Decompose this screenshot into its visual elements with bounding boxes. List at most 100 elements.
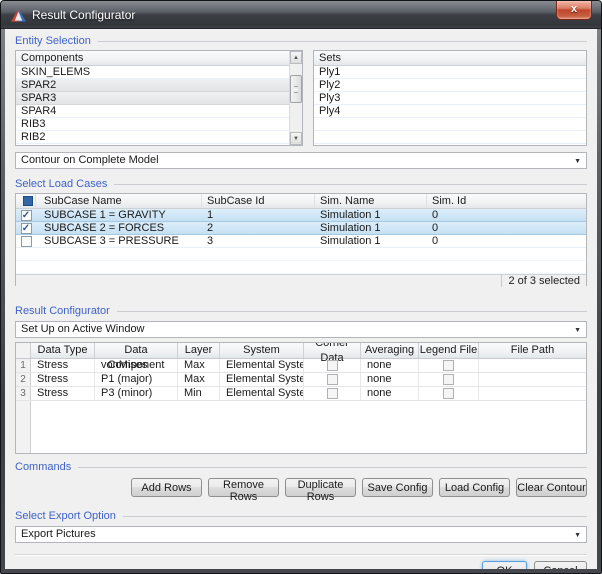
section-result-configurator: Result Configurator bbox=[15, 304, 587, 317]
column-header-averaging[interactable]: Averaging bbox=[361, 343, 419, 358]
section-rule bbox=[98, 41, 587, 42]
column-header-legend-file[interactable]: Legend File bbox=[419, 343, 479, 358]
list-empty-row bbox=[314, 131, 586, 144]
file-path-cell[interactable] bbox=[479, 359, 586, 372]
row-number: 2 bbox=[16, 373, 31, 386]
column-header-subcase-id[interactable]: SubCase Id bbox=[202, 194, 315, 208]
layer-cell[interactable]: Max bbox=[178, 373, 220, 386]
scroll-up-icon[interactable]: ▲ bbox=[290, 51, 302, 64]
load-config-button[interactable]: Load Config bbox=[439, 478, 510, 497]
column-header-corner-data[interactable]: Corner Data bbox=[304, 343, 361, 358]
averaging-cell[interactable]: none bbox=[361, 387, 419, 400]
status-separator bbox=[501, 275, 502, 287]
file-path-cell[interactable] bbox=[479, 373, 586, 386]
result-config-row-2[interactable]: 2 Stress P1 (major) Max Elemental System… bbox=[16, 373, 586, 387]
list-empty-row bbox=[314, 118, 586, 131]
row-checkbox-checked[interactable]: ✓ bbox=[21, 210, 32, 221]
select-all-checkbox-box[interactable] bbox=[23, 196, 33, 206]
setup-mode-dropdown[interactable]: Set Up on Active Window ▼ bbox=[15, 321, 587, 338]
list-item-ply2[interactable]: Ply2 bbox=[314, 79, 586, 92]
section-select-load-cases-label: Select Load Cases bbox=[15, 178, 107, 190]
data-component-cell[interactable]: P3 (minor) bbox=[95, 387, 178, 400]
list-item-spar3[interactable]: SPAR3 bbox=[16, 92, 289, 105]
contour-mode-dropdown[interactable]: Contour on Complete Model ▼ bbox=[15, 152, 587, 169]
list-item-rib3[interactable]: RIB3 bbox=[16, 118, 289, 131]
list-item-rib2[interactable]: RIB2 bbox=[16, 131, 289, 144]
result-config-header-row: Data Type Data Component Layer System Co… bbox=[16, 343, 586, 359]
data-component-cell[interactable]: vonMises bbox=[95, 359, 178, 372]
sets-list-header: Sets bbox=[314, 51, 586, 66]
column-header-layer[interactable]: Layer bbox=[178, 343, 220, 358]
add-rows-button[interactable]: Add Rows bbox=[131, 478, 202, 497]
row-checkbox-checked[interactable]: ✓ bbox=[21, 223, 32, 234]
system-cell[interactable]: Elemental System bbox=[220, 387, 304, 400]
row-checkbox-unchecked[interactable] bbox=[21, 236, 32, 247]
layer-cell[interactable]: Max bbox=[178, 359, 220, 372]
list-item-ply4[interactable]: Ply4 bbox=[314, 105, 586, 118]
scrollbar-thumb[interactable] bbox=[290, 75, 302, 104]
legend-file-checkbox[interactable] bbox=[443, 360, 454, 371]
system-cell[interactable]: Elemental System bbox=[220, 373, 304, 386]
save-config-button[interactable]: Save Config bbox=[362, 478, 433, 497]
subcase-name-cell: SUBCASE 1 = GRAVITY bbox=[36, 209, 202, 221]
clear-contour-button[interactable]: Clear Contour bbox=[516, 478, 587, 497]
list-item-ply1[interactable]: Ply1 bbox=[314, 66, 586, 79]
section-entity-selection-label: Entity Selection bbox=[15, 35, 91, 47]
legend-file-checkbox[interactable] bbox=[443, 374, 454, 385]
column-header-sim-name[interactable]: Sim. Name bbox=[315, 194, 427, 208]
column-header-sim-id[interactable]: Sim. Id bbox=[427, 194, 586, 208]
system-cell[interactable]: Elemental System bbox=[220, 359, 304, 372]
sim-id-cell: 0 bbox=[427, 222, 586, 234]
close-button[interactable]: x bbox=[556, 1, 592, 20]
corner-data-checkbox[interactable] bbox=[327, 374, 338, 385]
column-header-system[interactable]: System bbox=[220, 343, 304, 358]
list-item-ply3[interactable]: Ply3 bbox=[314, 92, 586, 105]
list-item-spar2[interactable]: SPAR2 bbox=[16, 79, 289, 92]
column-header-subcase-name[interactable]: SubCase Name bbox=[36, 194, 202, 208]
contour-mode-value: Contour on Complete Model bbox=[21, 154, 159, 166]
column-header-data-component[interactable]: Data Component bbox=[95, 343, 178, 358]
components-listbox: Components SKIN_ELEMS SPAR2 SPAR3 SPAR4 … bbox=[15, 50, 303, 146]
averaging-cell[interactable]: none bbox=[361, 359, 419, 372]
sim-name-cell: Simulation 1 bbox=[315, 222, 427, 234]
layer-cell[interactable]: Min bbox=[178, 387, 220, 400]
list-item-skin-elems[interactable]: SKIN_ELEMS bbox=[16, 66, 289, 79]
subcase-name-cell: SUBCASE 3 = PRESSURE bbox=[36, 235, 202, 247]
corner-data-checkbox[interactable] bbox=[327, 388, 338, 399]
load-case-row-2[interactable]: ✓ SUBCASE 2 = FORCES 2 Simulation 1 0 bbox=[16, 222, 586, 235]
row-number-header bbox=[16, 343, 31, 358]
result-config-row-1[interactable]: 1 Stress vonMises Max Elemental System n… bbox=[16, 359, 586, 373]
title-bar[interactable]: Result Configurator x bbox=[1, 1, 601, 29]
data-component-cell[interactable]: P1 (major) bbox=[95, 373, 178, 386]
cancel-button[interactable]: Cancel bbox=[534, 561, 587, 569]
load-case-row-1[interactable]: ✓ SUBCASE 1 = GRAVITY 1 Simulation 1 0 bbox=[16, 209, 586, 222]
column-header-file-path[interactable]: File Path bbox=[479, 343, 586, 358]
remove-rows-button[interactable]: Remove Rows bbox=[208, 478, 279, 497]
data-type-cell[interactable]: Stress bbox=[31, 387, 95, 400]
export-option-dropdown[interactable]: Export Pictures ▼ bbox=[15, 526, 587, 543]
file-path-cell[interactable] bbox=[479, 387, 586, 400]
load-case-row-3[interactable]: SUBCASE 3 = PRESSURE 3 Simulation 1 0 bbox=[16, 235, 586, 248]
scroll-down-icon[interactable]: ▼ bbox=[290, 132, 302, 145]
components-scrollbar[interactable]: ▲ ▼ bbox=[289, 51, 302, 145]
ok-button[interactable]: OK bbox=[482, 561, 527, 569]
section-select-export-option: Select Export Option bbox=[15, 509, 587, 522]
legend-file-checkbox[interactable] bbox=[443, 388, 454, 399]
section-entity-selection: Entity Selection bbox=[15, 34, 587, 47]
scrollbar-track[interactable] bbox=[290, 64, 302, 132]
list-item-spar4[interactable]: SPAR4 bbox=[16, 105, 289, 118]
chevron-down-icon: ▼ bbox=[574, 154, 581, 169]
corner-data-checkbox[interactable] bbox=[327, 360, 338, 371]
select-all-checkbox[interactable] bbox=[16, 194, 36, 208]
averaging-cell[interactable]: none bbox=[361, 373, 419, 386]
dialog-body: Entity Selection Components SKIN_ELEMS S… bbox=[5, 29, 597, 569]
result-config-row-3[interactable]: 3 Stress P3 (minor) Min Elemental System… bbox=[16, 387, 586, 401]
result-config-empty-area bbox=[16, 401, 586, 453]
duplicate-rows-button[interactable]: Duplicate Rows bbox=[285, 478, 356, 497]
load-cases-empty-area bbox=[16, 248, 586, 274]
sim-name-cell: Simulation 1 bbox=[315, 235, 427, 247]
section-rule bbox=[117, 311, 587, 312]
data-type-cell[interactable]: Stress bbox=[31, 373, 95, 386]
data-type-cell[interactable]: Stress bbox=[31, 359, 95, 372]
column-header-data-type[interactable]: Data Type bbox=[31, 343, 95, 358]
